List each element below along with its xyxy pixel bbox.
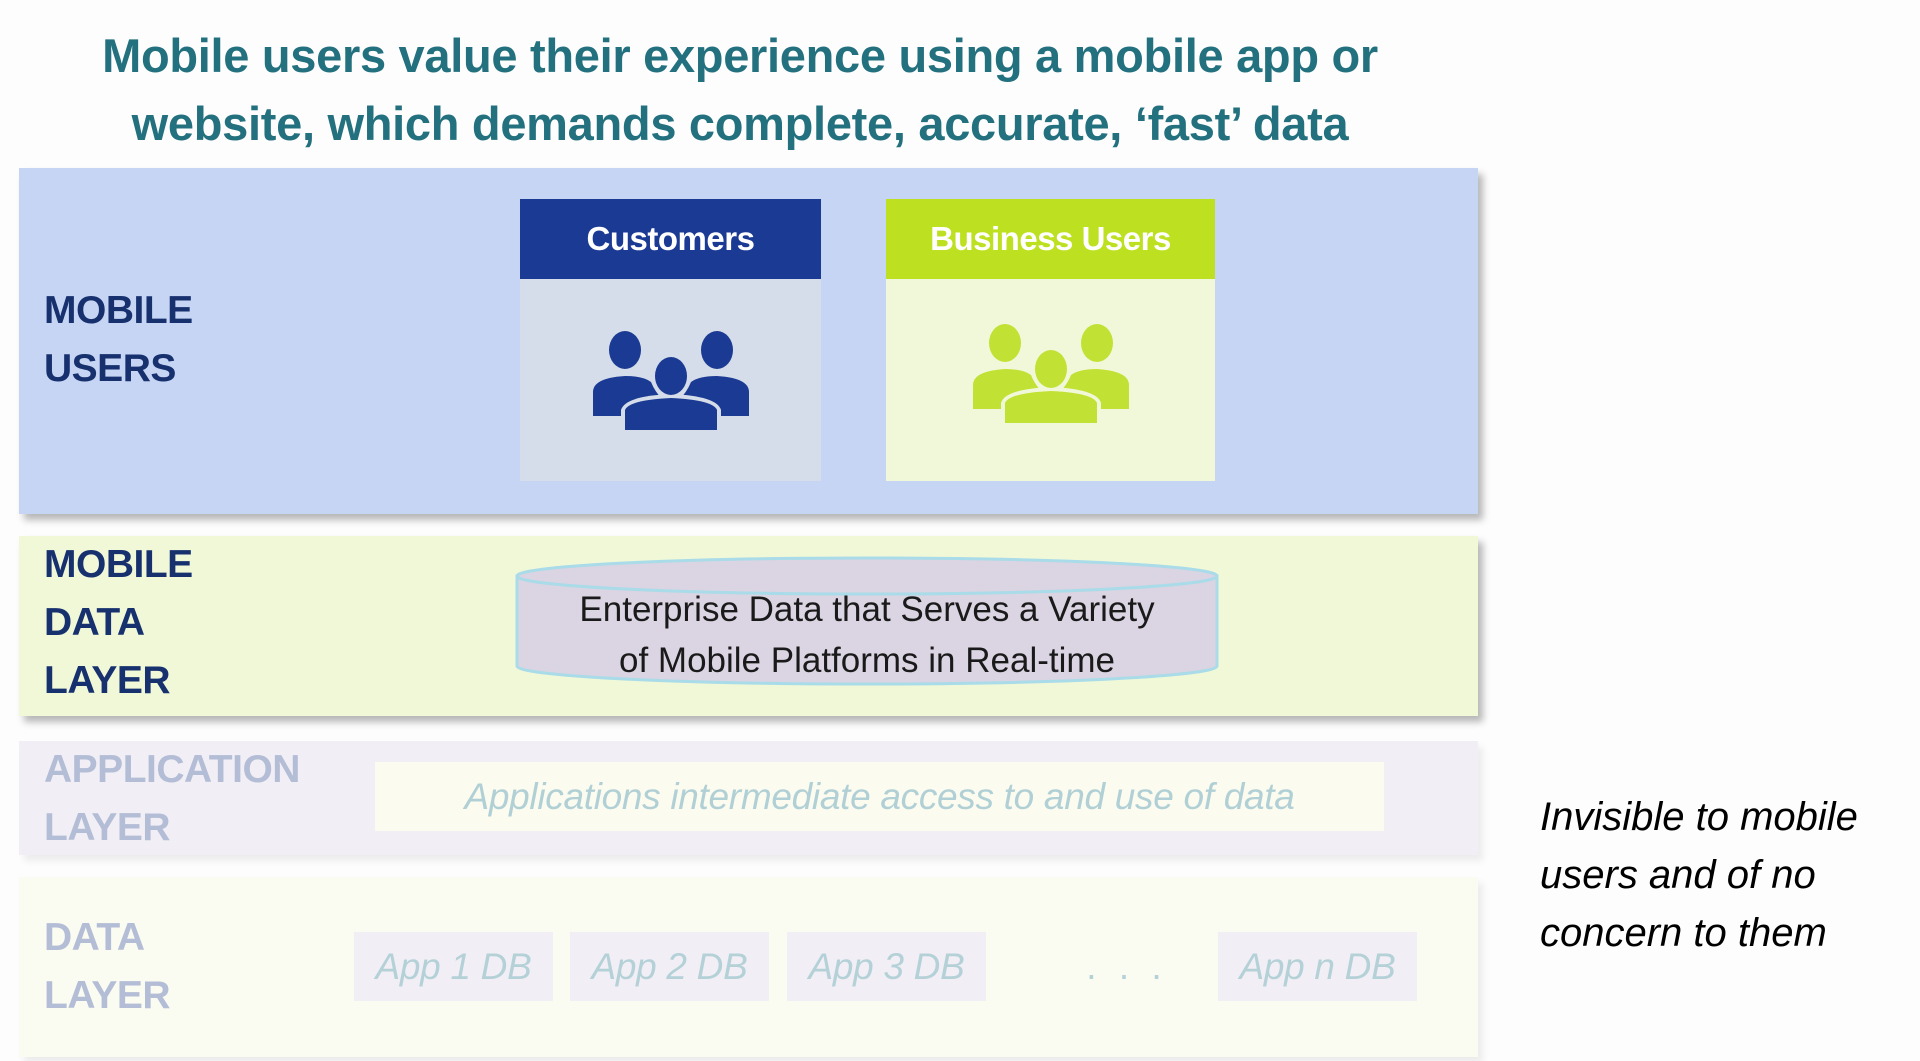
layer-label: DATA LAYER (44, 916, 171, 1017)
layer-label: MOBILE DATA LAYER (44, 543, 193, 702)
users-group-icon (592, 331, 749, 430)
customers-card: Customers (520, 199, 821, 481)
mobile-data-layer: MOBILE DATA LAYER Enterprise Data that S… (19, 536, 1478, 716)
customers-card-header: Customers (520, 199, 821, 279)
mobile-users-layer: MOBILE USERS Customers Business Users (19, 168, 1478, 514)
app-db-box: App 1 DB (354, 932, 553, 1001)
slide-title: Mobile users value their experience usin… (0, 22, 1480, 158)
more-databases-ellipsis: . . . (1086, 945, 1168, 987)
title-line-2: website, which demands complete, accurat… (131, 97, 1349, 150)
store-text-line-2: of Mobile Platforms in Real-time (619, 641, 1115, 680)
data-layer: DATA LAYER App 1 DB App 2 DB App 3 DB . … (19, 877, 1478, 1057)
business-users-card-header: Business Users (886, 199, 1215, 279)
enterprise-data-store: Enterprise Data that Serves a Variety of… (514, 556, 1220, 686)
users-group-icon (972, 324, 1129, 423)
side-note: Invisible to mobile users and of no conc… (1540, 795, 1858, 955)
layer-label: APPLICATION LAYER (44, 748, 300, 849)
business-users-card: Business Users (886, 199, 1215, 481)
title-line-1: Mobile users value their experience usin… (102, 29, 1378, 82)
app-db-box: App n DB (1218, 932, 1417, 1001)
application-layer: APPLICATION LAYER Applications intermedi… (19, 741, 1478, 855)
app-db-box: App 3 DB (787, 932, 986, 1001)
layer-label: MOBILE USERS (44, 289, 193, 390)
store-text-line-1: Enterprise Data that Serves a Variety (579, 590, 1155, 629)
app-db-box: App 2 DB (570, 932, 769, 1001)
application-description: Applications intermediate access to and … (375, 762, 1384, 831)
